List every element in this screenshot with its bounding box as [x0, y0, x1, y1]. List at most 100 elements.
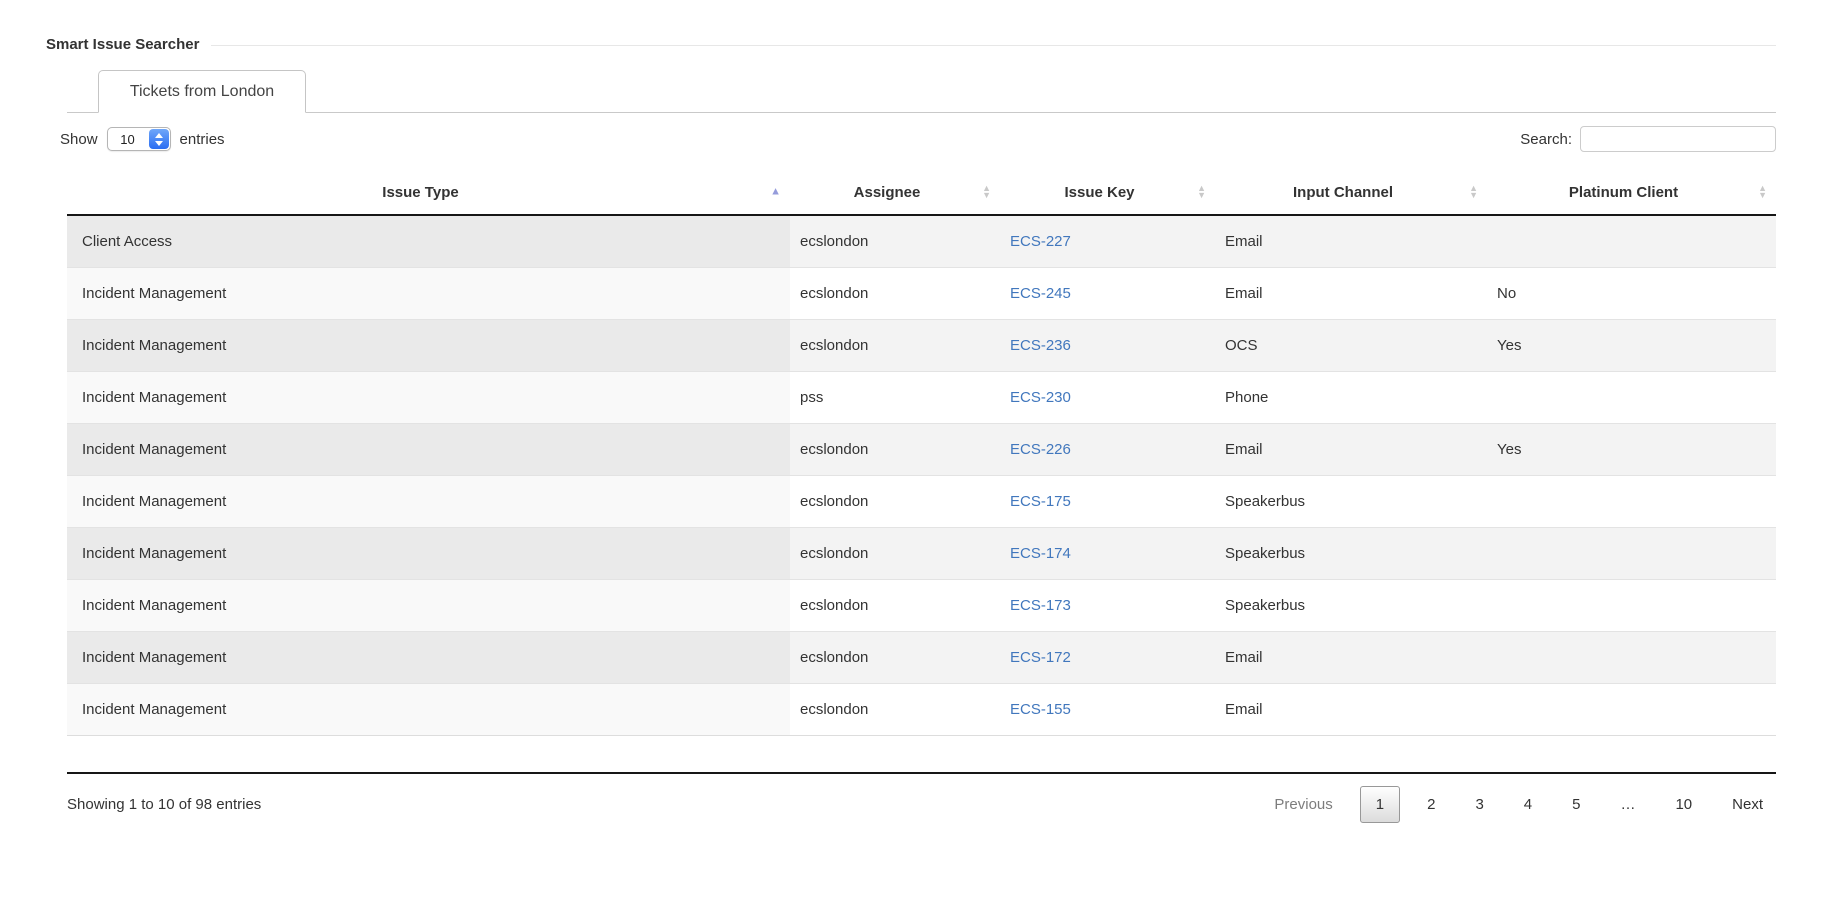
table-row: Incident Management ecslondon ECS-226 Em…	[67, 423, 1776, 475]
cell-assignee: ecslondon	[790, 527, 1000, 579]
tab-tickets-from-london[interactable]: Tickets from London	[98, 70, 306, 113]
column-header-issue-key[interactable]: Issue Key ▲▼	[1000, 170, 1215, 215]
cell-platinum-client: No	[1487, 267, 1776, 319]
column-header-platinum-client[interactable]: Platinum Client ▲▼	[1487, 170, 1776, 215]
cell-issue-key: ECS-175	[1000, 475, 1215, 527]
issue-key-link[interactable]: ECS-174	[1010, 545, 1071, 562]
issue-key-link[interactable]: ECS-226	[1010, 441, 1071, 458]
select-stepper-icon	[149, 129, 169, 149]
search-input[interactable]	[1580, 126, 1776, 152]
table-row: Client Access ecslondon ECS-227 Email	[67, 215, 1776, 267]
cell-issue-type: Incident Management	[67, 683, 790, 735]
pagination-page-2[interactable]: 2	[1414, 787, 1448, 822]
cell-assignee: ecslondon	[790, 683, 1000, 735]
sort-icon: ▲▼	[982, 185, 991, 199]
cell-assignee: ecslondon	[790, 215, 1000, 267]
cell-issue-key: ECS-226	[1000, 423, 1215, 475]
search-control: Search:	[1520, 126, 1776, 152]
cell-issue-type: Incident Management	[67, 371, 790, 423]
cell-platinum-client	[1487, 215, 1776, 267]
cell-issue-type: Incident Management	[67, 579, 790, 631]
cell-assignee: ecslondon	[790, 475, 1000, 527]
cell-assignee: ecslondon	[790, 631, 1000, 683]
cell-issue-key: ECS-155	[1000, 683, 1215, 735]
pagination-next[interactable]: Next	[1719, 787, 1776, 822]
cell-assignee: ecslondon	[790, 423, 1000, 475]
cell-issue-key: ECS-236	[1000, 319, 1215, 371]
cell-input-channel: Email	[1215, 631, 1487, 683]
pagination-page-5[interactable]: 5	[1559, 787, 1593, 822]
entries-label: entries	[180, 131, 225, 148]
table-row: Incident Management ecslondon ECS-173 Sp…	[67, 579, 1776, 631]
issue-key-link[interactable]: ECS-175	[1010, 493, 1071, 510]
cell-platinum-client	[1487, 475, 1776, 527]
table-row: Incident Management ecslondon ECS-245 Em…	[67, 267, 1776, 319]
cell-input-channel: Email	[1215, 683, 1487, 735]
search-label: Search:	[1520, 131, 1572, 148]
cell-platinum-client: Yes	[1487, 319, 1776, 371]
smart-issue-searcher-panel: Smart Issue Searcher Tickets from London…	[46, 36, 1776, 823]
cell-input-channel: Speakerbus	[1215, 527, 1487, 579]
cell-assignee: pss	[790, 371, 1000, 423]
table-footer: Showing 1 to 10 of 98 entries Previous 1…	[67, 786, 1776, 823]
cell-issue-key: ECS-227	[1000, 215, 1215, 267]
cell-issue-key: ECS-173	[1000, 579, 1215, 631]
column-header-issue-type[interactable]: Issue Type ▲	[67, 170, 790, 215]
table-row: Incident Management ecslondon ECS-175 Sp…	[67, 475, 1776, 527]
table-row: Incident Management ecslondon ECS-172 Em…	[67, 631, 1776, 683]
cell-issue-key: ECS-174	[1000, 527, 1215, 579]
pagination-page-3[interactable]: 3	[1462, 787, 1496, 822]
issue-key-link[interactable]: ECS-236	[1010, 337, 1071, 354]
pagination-page-1[interactable]: 1	[1360, 786, 1400, 823]
pagination-ellipsis: …	[1607, 787, 1648, 822]
cell-input-channel: Email	[1215, 215, 1487, 267]
cell-issue-key: ECS-230	[1000, 371, 1215, 423]
cell-platinum-client	[1487, 631, 1776, 683]
issue-key-link[interactable]: ECS-172	[1010, 649, 1071, 666]
pagination-previous[interactable]: Previous	[1261, 787, 1345, 822]
issue-key-link[interactable]: ECS-227	[1010, 233, 1071, 250]
issue-key-link[interactable]: ECS-245	[1010, 285, 1071, 302]
legend-divider	[211, 45, 1776, 46]
cell-assignee: ecslondon	[790, 267, 1000, 319]
tab-bar: Tickets from London	[67, 69, 1776, 113]
table-row: Incident Management ecslondon ECS-155 Em…	[67, 683, 1776, 735]
show-label: Show	[60, 131, 98, 148]
panel-title: Smart Issue Searcher	[46, 36, 199, 53]
pagination-page-4[interactable]: 4	[1511, 787, 1545, 822]
cell-platinum-client: Yes	[1487, 423, 1776, 475]
cell-input-channel: Speakerbus	[1215, 579, 1487, 631]
column-header-input-channel[interactable]: Input Channel ▲▼	[1215, 170, 1487, 215]
panel-legend: Smart Issue Searcher	[46, 36, 1776, 53]
cell-input-channel: Speakerbus	[1215, 475, 1487, 527]
cell-platinum-client	[1487, 683, 1776, 735]
cell-issue-type: Incident Management	[67, 267, 790, 319]
sort-icon: ▲▼	[1197, 185, 1206, 199]
table-row: Incident Management ecslondon ECS-236 OC…	[67, 319, 1776, 371]
table-controls: Show 10 entries Search:	[60, 126, 1776, 152]
pagination-page-10[interactable]: 10	[1662, 787, 1705, 822]
cell-issue-type: Incident Management	[67, 423, 790, 475]
entries-info: Showing 1 to 10 of 98 entries	[67, 796, 261, 813]
cell-assignee: ecslondon	[790, 579, 1000, 631]
issue-key-link[interactable]: ECS-230	[1010, 389, 1071, 406]
table-row: Incident Management pss ECS-230 Phone	[67, 371, 1776, 423]
cell-assignee: ecslondon	[790, 319, 1000, 371]
column-header-assignee[interactable]: Assignee ▲▼	[790, 170, 1000, 215]
cell-issue-type: Incident Management	[67, 475, 790, 527]
sort-icon: ▲▼	[1469, 185, 1478, 199]
issues-table: Issue Type ▲ Assignee ▲▼ Issue Key ▲▼ In…	[67, 170, 1776, 736]
cell-platinum-client	[1487, 371, 1776, 423]
cell-issue-type: Incident Management	[67, 527, 790, 579]
table-row: Incident Management ecslondon ECS-174 Sp…	[67, 527, 1776, 579]
page-length-control: Show 10 entries	[60, 127, 225, 151]
issue-key-link[interactable]: ECS-173	[1010, 597, 1071, 614]
cell-input-channel: Email	[1215, 267, 1487, 319]
issue-key-link[interactable]: ECS-155	[1010, 701, 1071, 718]
cell-issue-key: ECS-172	[1000, 631, 1215, 683]
cell-issue-type: Client Access	[67, 215, 790, 267]
page-length-value: 10	[108, 128, 148, 150]
pagination: Previous 1 2 3 4 5 … 10 Next	[1261, 786, 1776, 823]
page-length-select[interactable]: 10	[107, 127, 171, 151]
tab-label: Tickets from London	[130, 83, 274, 101]
